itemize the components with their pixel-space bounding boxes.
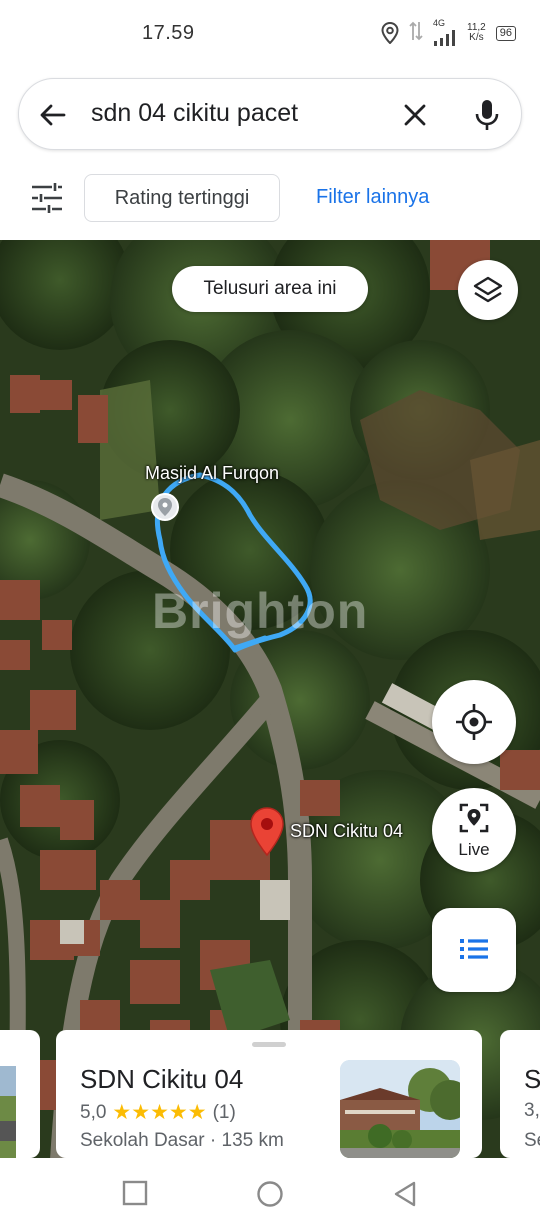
list-view-button[interactable]: [432, 908, 516, 992]
result-thumbnail-previous: [0, 1066, 16, 1158]
home-circle-icon[interactable]: [256, 1180, 284, 1208]
layers-button[interactable]: [458, 260, 518, 320]
map-view[interactable]: Telusuri area ini Masjid Al Furqon Brigh…: [0, 240, 540, 1160]
result-category-distance: Sekolah Dasar · 135 km: [80, 1130, 284, 1151]
network-type: 4G: [433, 18, 446, 28]
live-view-icon: [459, 803, 489, 833]
school-photo-image: [340, 1060, 460, 1158]
next-result-rating: 3,: [524, 1100, 540, 1121]
system-nav-bar: [0, 1158, 540, 1230]
result-review-count: (1): [212, 1101, 236, 1123]
next-result-category: Se: [524, 1130, 540, 1151]
microphone-icon[interactable]: [471, 97, 503, 133]
live-label: Live: [458, 840, 490, 859]
signal-icon: 4G: [433, 18, 457, 46]
filter-sliders-icon[interactable]: [30, 182, 64, 214]
result-card[interactable]: SDN Cikitu 04 5,0 ★★★★★ (1) Sekolah Dasa…: [56, 1030, 482, 1158]
status-time: 17.59: [142, 22, 195, 44]
result-rating: 5,0: [80, 1101, 107, 1123]
network-speed: 11,2 K/s: [467, 23, 486, 43]
recents-square-icon[interactable]: [122, 1180, 148, 1206]
star-rating-icon: ★★★★★: [112, 1101, 207, 1124]
back-triangle-icon[interactable]: [392, 1180, 418, 1208]
search-query[interactable]: sdn 04 cikitu pacet: [91, 99, 298, 128]
search-bar[interactable]: sdn 04 cikitu pacet: [18, 78, 522, 150]
live-view-button[interactable]: Live: [432, 788, 516, 872]
back-arrow-icon[interactable]: [37, 99, 69, 131]
list-icon: [460, 939, 488, 959]
network-speed-unit: K/s: [469, 32, 484, 43]
location-icon: [381, 22, 399, 44]
filter-row: Rating tertinggi Filter lainnya: [0, 168, 540, 228]
my-location-button[interactable]: [432, 680, 516, 764]
result-photo[interactable]: [340, 1060, 460, 1158]
result-card-next[interactable]: S 3, Se: [500, 1030, 540, 1158]
result-rating-row: 5,0 ★★★★★ (1): [80, 1100, 236, 1125]
result-title[interactable]: SDN Cikitu 04: [80, 1064, 243, 1095]
maps-app: 17.59 4G 11,2 K/s 96 sdn 04 cikitu pacet: [0, 0, 540, 1230]
status-icons: 4G 11,2 K/s 96: [381, 18, 516, 48]
mosque-pin-icon[interactable]: [150, 492, 180, 522]
school-red-pin-icon[interactable]: [248, 806, 286, 858]
drag-handle[interactable]: [252, 1042, 286, 1047]
poi-label-mosque[interactable]: Masjid Al Furqon: [145, 463, 279, 484]
clear-icon[interactable]: [399, 99, 431, 131]
layers-icon: [473, 276, 503, 303]
more-filters-link[interactable]: Filter lainnya: [316, 186, 429, 209]
rating-filter-chip[interactable]: Rating tertinggi: [84, 174, 280, 222]
next-result-title: S: [524, 1064, 540, 1094]
result-card-previous[interactable]: [0, 1030, 40, 1158]
search-this-area-button[interactable]: Telusuri area ini: [172, 266, 368, 312]
battery-indicator: 96: [495, 25, 516, 41]
status-bar: 17.59 4G 11,2 K/s 96: [0, 0, 540, 64]
poi-label-school[interactable]: SDN Cikitu 04: [290, 821, 403, 842]
crosshair-icon: [456, 704, 492, 740]
data-transfer-icon: [409, 20, 423, 47]
watermark: Brighton: [152, 583, 369, 639]
